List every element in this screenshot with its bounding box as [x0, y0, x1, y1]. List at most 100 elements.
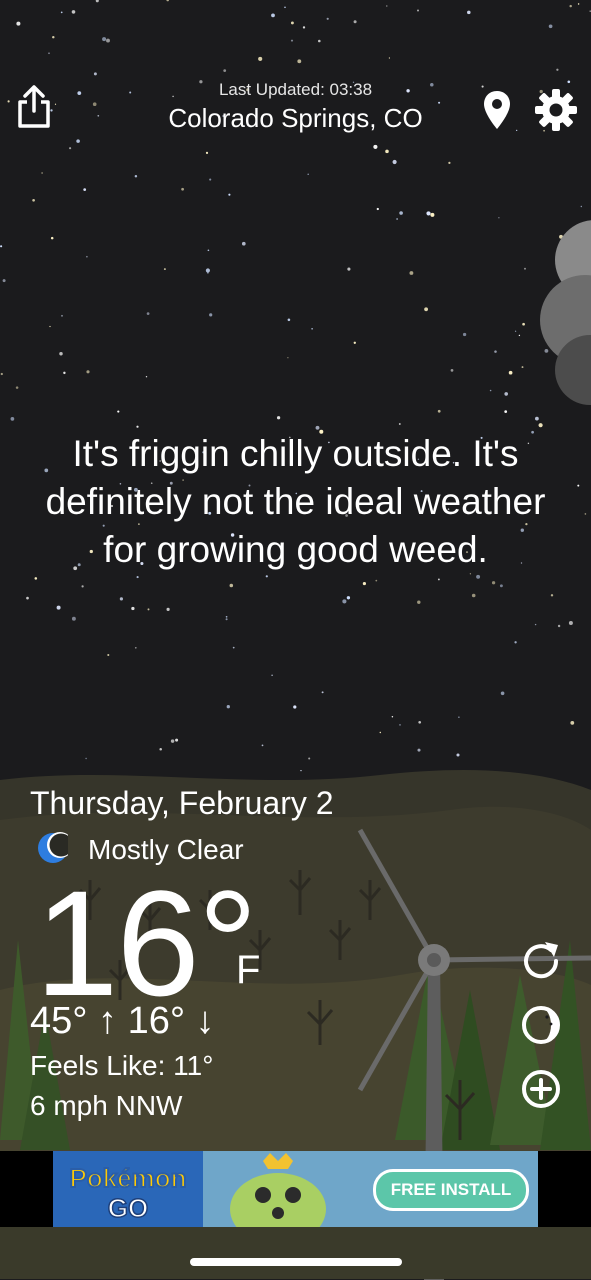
star: [107, 653, 110, 657]
star: [26, 596, 29, 600]
star: [491, 581, 496, 585]
star: [0, 245, 3, 248]
star: [417, 9, 419, 12]
home-indicator[interactable]: [190, 1258, 402, 1266]
star: [538, 423, 543, 428]
star: [467, 10, 471, 15]
star: [225, 615, 228, 618]
star: [307, 173, 309, 176]
bottom-landscape-strip: [0, 1227, 591, 1279]
star: [508, 370, 513, 375]
refresh-icon[interactable]: [518, 938, 564, 984]
star: [521, 366, 524, 369]
star: [569, 4, 572, 8]
star: [471, 593, 476, 598]
star: [498, 217, 500, 219]
star: [535, 416, 539, 421]
star: [399, 211, 403, 215]
star: [311, 328, 313, 330]
star: [209, 178, 212, 181]
star: [166, 607, 170, 611]
svg-text:GO: GO: [108, 1193, 148, 1223]
star: [83, 188, 87, 191]
star: [293, 705, 297, 709]
star: [63, 371, 66, 375]
star: [106, 38, 110, 43]
star: [524, 267, 526, 270]
star: [258, 56, 263, 61]
star: [504, 392, 509, 396]
star: [15, 386, 19, 389]
star: [229, 583, 234, 588]
high-low-temperature: 45° ↑ 16° ↓: [30, 1000, 215, 1042]
star: [32, 198, 35, 202]
ad-install-button[interactable]: FREE INSTALL: [373, 1169, 529, 1211]
cloud-graphic: [540, 220, 591, 405]
star: [170, 739, 175, 743]
star: [2, 279, 6, 283]
star: [391, 716, 394, 718]
star: [448, 161, 451, 165]
forecast-date: Thursday, February 2: [30, 785, 334, 821]
star: [584, 513, 587, 515]
star: [347, 267, 351, 271]
star: [163, 268, 166, 271]
star: [276, 416, 281, 420]
star: [437, 409, 441, 413]
weather-message: It's friggin chilly outside. It's defini…: [45, 433, 546, 570]
star: [52, 35, 55, 39]
star: [134, 646, 137, 649]
star: [375, 579, 378, 582]
star: [353, 341, 356, 344]
star: [518, 334, 521, 337]
ad-banner[interactable]: Pokémon GO FREE INSTALL: [0, 1151, 591, 1227]
star: [409, 271, 414, 275]
star: [437, 578, 440, 581]
ad-character-art: [230, 1153, 326, 1227]
star: [287, 357, 289, 359]
star: [290, 21, 294, 25]
star: [261, 744, 264, 747]
star: [353, 20, 357, 24]
star: [450, 369, 454, 372]
star: [56, 605, 61, 610]
star: [209, 313, 213, 317]
ad-creative[interactable]: Pokémon GO FREE INSTALL: [53, 1151, 538, 1227]
star: [417, 748, 421, 752]
star: [175, 738, 179, 742]
star: [136, 425, 139, 428]
star: [232, 646, 235, 649]
gear-icon[interactable]: [532, 86, 580, 134]
star: [424, 307, 429, 312]
star: [570, 721, 575, 725]
star: [489, 389, 492, 392]
star: [376, 207, 379, 211]
star: [205, 268, 210, 273]
star: [504, 410, 508, 413]
star: [271, 674, 273, 676]
star: [500, 691, 505, 696]
location-pin-icon[interactable]: [480, 88, 514, 132]
star: [284, 6, 286, 9]
star: [318, 39, 321, 43]
current-temperature: 16°: [35, 859, 258, 1027]
moon-phase-icon[interactable]: [518, 1002, 564, 1048]
star: [398, 423, 401, 425]
star: [95, 0, 99, 3]
star: [10, 417, 15, 421]
plus-circle-icon[interactable]: [518, 1066, 564, 1112]
star: [534, 623, 537, 626]
star: [271, 13, 275, 18]
star: [418, 720, 422, 724]
star: [577, 484, 580, 487]
star: [134, 175, 138, 178]
wind-label: 6 mph NNW: [30, 1090, 183, 1121]
star: [0, 372, 3, 376]
temperature-unit[interactable]: F: [236, 948, 260, 993]
star: [430, 212, 435, 217]
star: [476, 574, 481, 579]
star: [86, 255, 88, 258]
star: [550, 594, 554, 597]
star: [81, 585, 84, 588]
ad-game-logo: Pokémon GO: [53, 1151, 203, 1227]
